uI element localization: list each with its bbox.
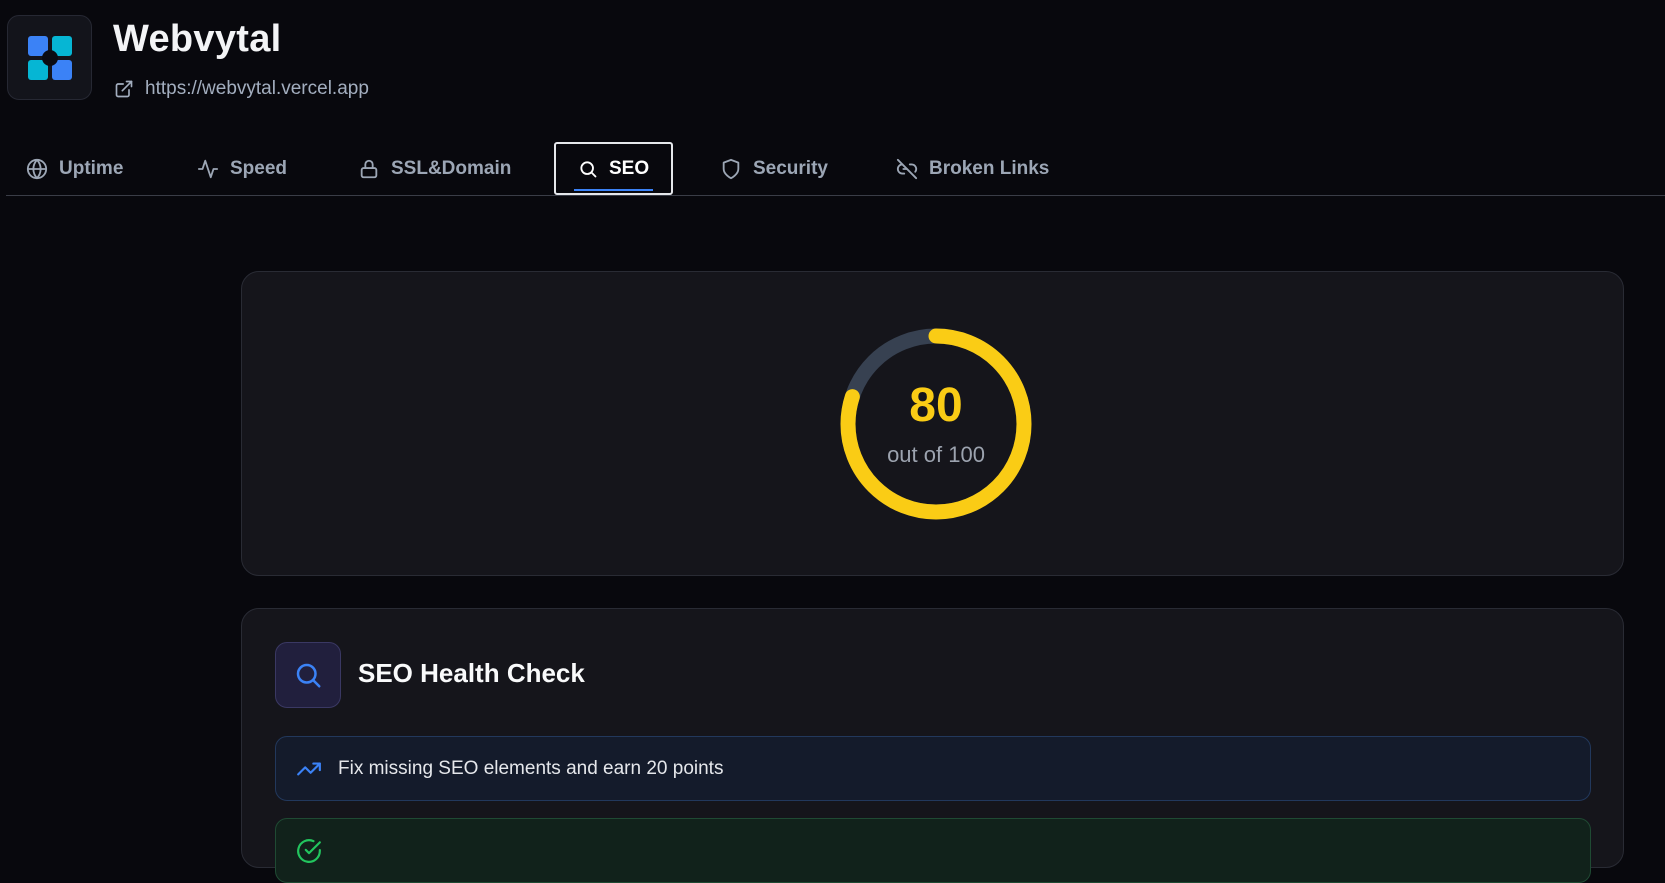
tab-label: Security: [753, 157, 828, 179]
tab-seo[interactable]: SEO: [554, 142, 674, 195]
shield-icon: [722, 158, 740, 179]
health-check-title: SEO Health Check: [358, 658, 585, 688]
seo-tip-text: Fix missing SEO elements and earn 20 poi…: [338, 757, 724, 779]
health-check-icon-box: [275, 642, 341, 708]
activity-icon: [197, 159, 219, 178]
tab-broken-links[interactable]: Broken Links: [896, 142, 1049, 195]
score-gauge: 80 out of 100: [836, 324, 1036, 524]
grid-logo-icon: [27, 35, 72, 80]
link-off-icon: [896, 158, 918, 179]
search-icon: [296, 663, 321, 688]
seo-health-check-card: SEO Health Check Fix missing SEO element…: [241, 608, 1624, 883]
search-icon: [580, 160, 597, 177]
lock-icon: [360, 159, 378, 178]
check-circle-icon: [297, 838, 321, 863]
tab-security[interactable]: Security: [720, 142, 828, 195]
tab-label: Speed: [230, 157, 288, 179]
tab-speed[interactable]: Speed: [197, 142, 287, 195]
trending-up-icon: [297, 762, 321, 775]
site-url-link[interactable]: https://webvytal.vercel.app: [114, 76, 369, 102]
globe-icon: [26, 158, 48, 179]
app-header: Webvytal https://webvytal.vercel.app: [0, 0, 1665, 120]
seo-tip-banner: Fix missing SEO elements and earn 20 poi…: [275, 736, 1591, 801]
app-title: Webvytal: [113, 18, 282, 60]
seo-check-item: [275, 818, 1591, 883]
app-logo: [7, 15, 92, 100]
tab-label: Broken Links: [929, 157, 1050, 179]
tab-label: Uptime: [59, 157, 124, 179]
tab-uptime[interactable]: Uptime: [26, 142, 123, 195]
tab-label: SSL&Domain: [391, 157, 512, 179]
tab-bar: Uptime Speed SSL&Domain SEO Security Bro…: [6, 142, 1665, 196]
site-url-text: https://webvytal.vercel.app: [145, 78, 369, 99]
score-caption: out of 100: [887, 442, 985, 467]
external-link-icon: [115, 80, 133, 98]
tab-ssl-domain[interactable]: SSL&Domain: [358, 142, 511, 195]
score-value: 80: [909, 379, 963, 432]
seo-score-card: 80 out of 100: [241, 271, 1624, 576]
tab-label: SEO: [609, 157, 650, 179]
